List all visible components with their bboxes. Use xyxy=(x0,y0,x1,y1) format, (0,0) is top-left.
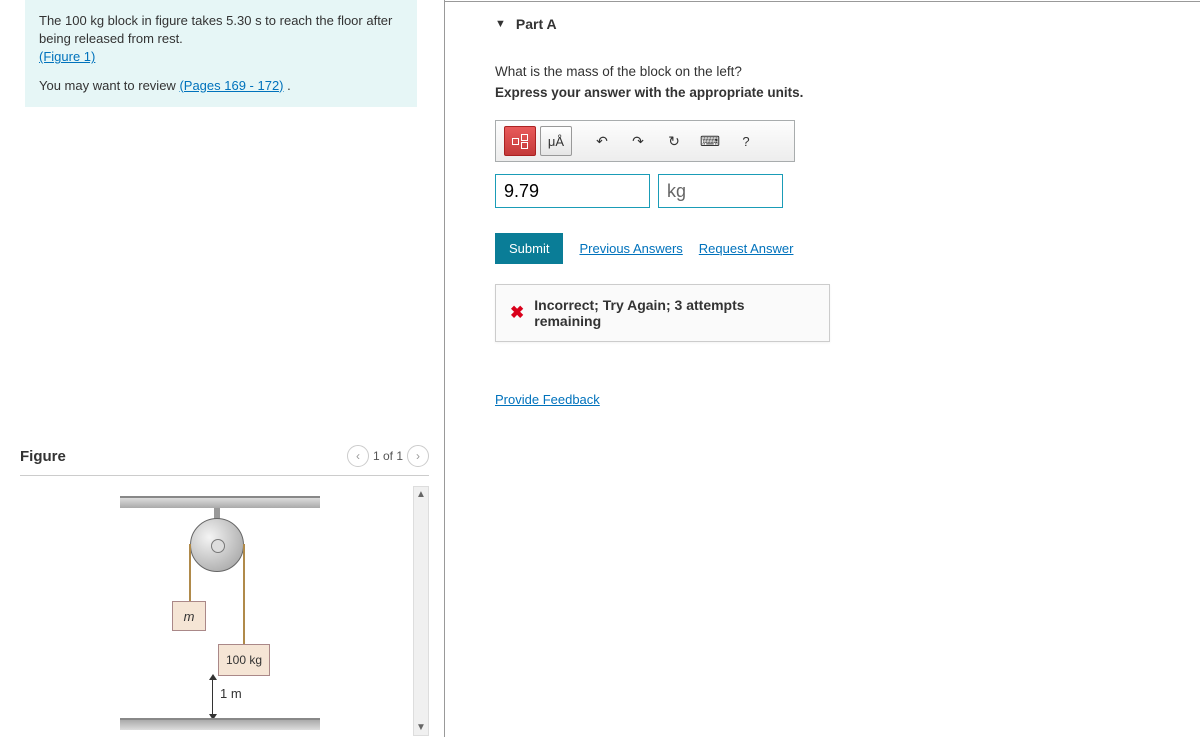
figure-title: Figure xyxy=(20,448,66,465)
figure-section: Figure ‹ 1 of 1 › m 100 kg xyxy=(20,445,429,736)
part-header[interactable]: ▼ Part A xyxy=(495,2,1180,44)
left-pane: The 100 kg block in figure takes 5.30 s … xyxy=(0,0,445,737)
answer-value-input[interactable] xyxy=(495,174,650,208)
figure-link[interactable]: (Figure 1) xyxy=(39,49,95,64)
keyboard-button[interactable] xyxy=(694,126,726,156)
rope-left xyxy=(189,544,191,602)
scroll-up-icon[interactable]: ▲ xyxy=(414,487,428,502)
figure-diagram: m 100 kg 1 m xyxy=(20,486,429,736)
incorrect-icon: ✖ xyxy=(510,303,524,323)
reset-icon: ↻ xyxy=(668,133,680,150)
request-answer-link[interactable]: Request Answer xyxy=(699,241,794,256)
previous-answers-link[interactable]: Previous Answers xyxy=(579,241,682,256)
scroll-down-icon[interactable]: ▼ xyxy=(414,720,428,735)
express-units: Express your answer with the appropriate… xyxy=(495,85,1180,100)
feedback-message: Incorrect; Try Again; 3 attempts remaini… xyxy=(534,297,815,329)
review-suffix: . xyxy=(284,78,291,93)
part-label: Part A xyxy=(516,16,557,32)
rope-right xyxy=(243,544,245,644)
submit-button[interactable]: Submit xyxy=(495,233,563,264)
figure-pager: ‹ 1 of 1 › xyxy=(347,445,429,467)
figure-prev-button[interactable]: ‹ xyxy=(347,445,369,467)
units-picker-button[interactable]: μÅ xyxy=(540,126,572,156)
question-text: What is the mass of the block on the lef… xyxy=(495,64,1180,79)
figure-next-button[interactable]: › xyxy=(407,445,429,467)
provide-feedback-link[interactable]: Provide Feedback xyxy=(495,392,600,407)
block-right: 100 kg xyxy=(218,644,270,676)
ceiling xyxy=(120,496,320,508)
provide-feedback: Provide Feedback xyxy=(495,392,1180,407)
actions-row: Submit Previous Answers Request Answer xyxy=(495,233,1180,264)
review-pages-link[interactable]: (Pages 169 - 172) xyxy=(179,78,283,93)
caret-down-icon: ▼ xyxy=(495,18,506,30)
help-button[interactable]: ? xyxy=(730,126,762,156)
block-left: m xyxy=(172,601,206,631)
answer-unit-input[interactable] xyxy=(658,174,783,208)
equation-toolbar: μÅ ↶ ↷ ↻ ? xyxy=(495,120,795,162)
reset-button[interactable]: ↻ xyxy=(658,126,690,156)
dimension-label: 1 m xyxy=(220,686,242,701)
figure-scrollbar[interactable]: ▲ ▼ xyxy=(413,486,429,736)
dimension-line xyxy=(212,676,214,718)
floor xyxy=(120,718,320,730)
templates-button[interactable] xyxy=(504,126,536,156)
problem-text: The 100 kg block in figure takes 5.30 s … xyxy=(39,12,403,48)
figure-pager-text: 1 of 1 xyxy=(373,449,403,463)
feedback-box: ✖ Incorrect; Try Again; 3 attempts remai… xyxy=(495,284,830,342)
figure-viewport: m 100 kg 1 m ▲ ▼ xyxy=(20,486,429,736)
pulley-icon xyxy=(190,518,244,572)
redo-button[interactable]: ↷ xyxy=(622,126,654,156)
keyboard-icon xyxy=(700,133,720,150)
help-icon: ? xyxy=(742,134,749,149)
review-prefix: You may want to review xyxy=(39,78,179,93)
right-pane: ▼ Part A What is the mass of the block o… xyxy=(445,1,1200,737)
redo-icon: ↷ xyxy=(632,133,644,150)
undo-button[interactable]: ↶ xyxy=(586,126,618,156)
problem-statement: The 100 kg block in figure takes 5.30 s … xyxy=(25,0,417,107)
undo-icon: ↶ xyxy=(596,133,608,150)
answer-row xyxy=(495,174,1180,208)
